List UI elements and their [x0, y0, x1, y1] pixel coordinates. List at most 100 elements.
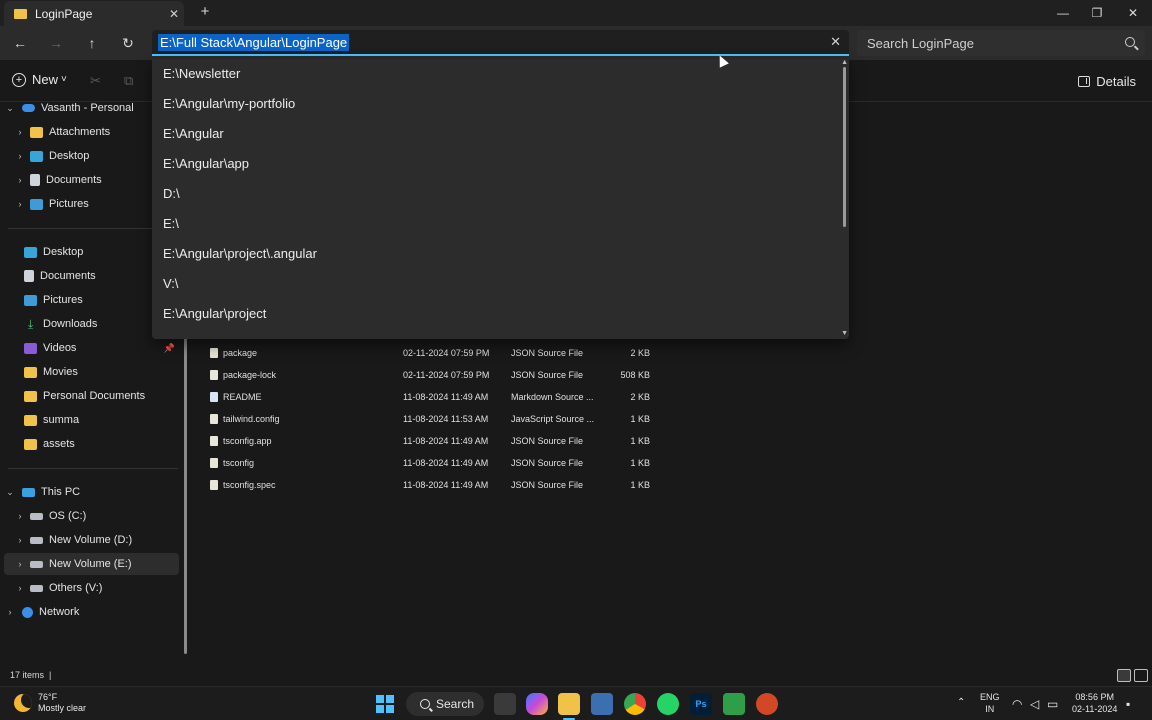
speaker-icon[interactable]: ◁ — [1030, 697, 1039, 711]
tab-loginpage[interactable]: LoginPage ✕ — [4, 1, 184, 26]
folder-icon — [24, 366, 37, 378]
sidebar-item-label: New Volume (E:) — [49, 558, 132, 570]
sidebar-item-personal-documents[interactable]: Personal Documents — [4, 385, 179, 407]
table-row[interactable]: README 11-08-2024 11:49 AM Markdown Sour… — [196, 386, 896, 408]
taskbar-search-button[interactable]: Search — [406, 692, 484, 716]
table-row[interactable]: tsconfig.app 11-08-2024 11:49 AM JSON So… — [196, 430, 896, 452]
calculator-icon[interactable] — [591, 693, 613, 715]
list-item[interactable]: E:\Angular\app — [163, 148, 249, 178]
file-type: JSON Source File — [511, 458, 584, 468]
download-icon: ⤓ — [27, 316, 34, 331]
file-date: 11-08-2024 11:49 AM — [403, 458, 489, 468]
list-item[interactable]: D:\ — [163, 178, 180, 208]
forward-button[interactable]: → — [44, 32, 68, 54]
sidebar-item-label: Documents — [40, 270, 96, 282]
chevron-right-icon[interactable]: › — [14, 175, 26, 185]
chevron-right-icon[interactable]: › — [14, 535, 26, 545]
sidebar-item-drive-d[interactable]: › New Volume (D:) — [4, 529, 179, 551]
list-item[interactable]: V:\ — [163, 268, 178, 298]
chevron-right-icon[interactable]: › — [14, 151, 26, 161]
table-row[interactable]: package-lock 02-11-2024 07:59 PM JSON So… — [196, 364, 896, 386]
battery-icon[interactable]: ▭ — [1047, 697, 1058, 711]
sidebar-item-label: Network — [39, 606, 80, 618]
sidebar-item-summa[interactable]: summa — [4, 409, 179, 431]
whatsapp-icon[interactable] — [657, 693, 679, 715]
wifi-icon[interactable]: ◠ — [1012, 697, 1022, 711]
address-input[interactable]: E:\Full Stack\Angular\LoginPage — [158, 33, 350, 51]
dropdown-scrollbar[interactable] — [843, 67, 846, 227]
search-box[interactable]: Search LoginPage — [857, 30, 1145, 56]
file-type: JSON Source File — [511, 348, 584, 358]
up-button[interactable]: ↑ — [80, 32, 104, 54]
details-view-icon[interactable] — [1117, 669, 1131, 682]
start-icon[interactable] — [374, 693, 396, 715]
list-item[interactable]: E:\Angular\project\.angular — [163, 238, 317, 268]
back-button[interactable]: ← — [8, 32, 32, 54]
chevron-up-icon[interactable]: ⌃ — [957, 697, 965, 708]
weather-widget[interactable]: 76°F Mostly clear — [14, 692, 86, 714]
photoshop-icon[interactable]: Ps — [690, 693, 712, 715]
chevron-down-icon[interactable]: ⌄ — [4, 487, 16, 498]
cut-icon[interactable]: ✂ — [90, 73, 101, 89]
sidebar-item-network[interactable]: › Network — [4, 601, 179, 623]
list-item[interactable]: E:\Newsletter — [163, 58, 240, 88]
list-item[interactable]: E:\Angular\my-portfolio — [163, 88, 295, 118]
language-indicator[interactable]: ENG IN — [980, 691, 1000, 715]
tab-close-icon[interactable]: ✕ — [164, 7, 184, 21]
sidebar-item-movies[interactable]: Movies — [4, 361, 179, 383]
sidebar-item-label: Documents — [46, 174, 102, 186]
sidebar-item-assets[interactable]: assets — [4, 433, 179, 455]
pin-icon[interactable]: 📌 — [164, 343, 175, 354]
search-input[interactable]: Search LoginPage — [867, 36, 974, 51]
chevron-right-icon[interactable]: › — [14, 511, 26, 521]
documents-icon — [24, 270, 34, 282]
chevron-right-icon[interactable]: › — [14, 127, 26, 137]
clock[interactable]: 08:56 PM 02-11-2024 — [1072, 691, 1117, 715]
sidebar-item-drive-v[interactable]: › Others (V:) — [4, 577, 179, 599]
image-viewer-icon[interactable] — [723, 693, 745, 715]
sidebar-item-drive-e[interactable]: › New Volume (E:) — [4, 553, 179, 575]
sidebar-item-this-pc[interactable]: ⌄ This PC — [4, 481, 179, 503]
chrome-icon[interactable] — [624, 693, 646, 715]
table-row[interactable]: tsconfig 11-08-2024 11:49 AM JSON Source… — [196, 452, 896, 474]
close-window-button[interactable]: ✕ — [1116, 0, 1150, 26]
scroll-down-icon[interactable]: ▼ — [841, 330, 848, 337]
refresh-button[interactable]: ↻ — [116, 32, 140, 54]
chevron-right-icon[interactable]: › — [14, 559, 26, 569]
drive-icon — [30, 560, 43, 568]
powerpoint-icon[interactable] — [756, 693, 778, 715]
table-row[interactable]: tailwind.config 11-08-2024 11:53 AM Java… — [196, 408, 896, 430]
copy-icon[interactable]: ⧉ — [124, 73, 133, 89]
table-row[interactable]: package 02-11-2024 07:59 PM JSON Source … — [196, 342, 896, 364]
copilot-icon[interactable] — [526, 693, 548, 715]
minimize-button[interactable]: — — [1046, 0, 1080, 26]
task-view-icon[interactable] — [494, 693, 516, 715]
chevron-right-icon[interactable]: › — [14, 583, 26, 593]
list-item[interactable]: E:\Angular — [163, 118, 224, 148]
chevron-right-icon[interactable]: › — [14, 199, 26, 209]
tiles-view-icon[interactable] — [1134, 669, 1148, 682]
new-button[interactable]: + New ˅ — [12, 72, 67, 87]
list-item[interactable]: E:\Angular\project — [163, 298, 266, 328]
status-bar: 17 items | — [0, 666, 1152, 686]
sidebar-item-videos[interactable]: Videos 📌 — [4, 337, 179, 359]
sidebar-item-drive-c[interactable]: › OS (C:) — [4, 505, 179, 527]
json-file-icon — [210, 370, 218, 380]
list-item[interactable]: E:\ — [163, 208, 179, 238]
new-tab-button[interactable]: + — [196, 3, 214, 20]
address-bar[interactable]: E:\Full Stack\Angular\LoginPage ✕ — [152, 30, 849, 56]
folder-icon — [24, 438, 37, 450]
chevron-right-icon[interactable]: › — [4, 607, 16, 617]
clear-address-icon[interactable]: ✕ — [830, 34, 841, 50]
details-button[interactable]: Details — [1078, 74, 1136, 89]
file-explorer-icon[interactable] — [558, 693, 580, 715]
tab-title: LoginPage — [35, 6, 93, 21]
chevron-down-icon[interactable]: ⌄ — [4, 103, 16, 114]
scroll-up-icon[interactable]: ▲ — [841, 59, 848, 66]
divider — [8, 468, 178, 469]
sidebar-item-label: Desktop — [49, 150, 90, 162]
maximize-button[interactable]: ❐ — [1080, 0, 1114, 26]
table-row[interactable]: tsconfig.spec 11-08-2024 11:49 AM JSON S… — [196, 474, 896, 496]
notification-icon[interactable]: ▪ — [1126, 697, 1130, 711]
pictures-icon — [30, 198, 43, 210]
